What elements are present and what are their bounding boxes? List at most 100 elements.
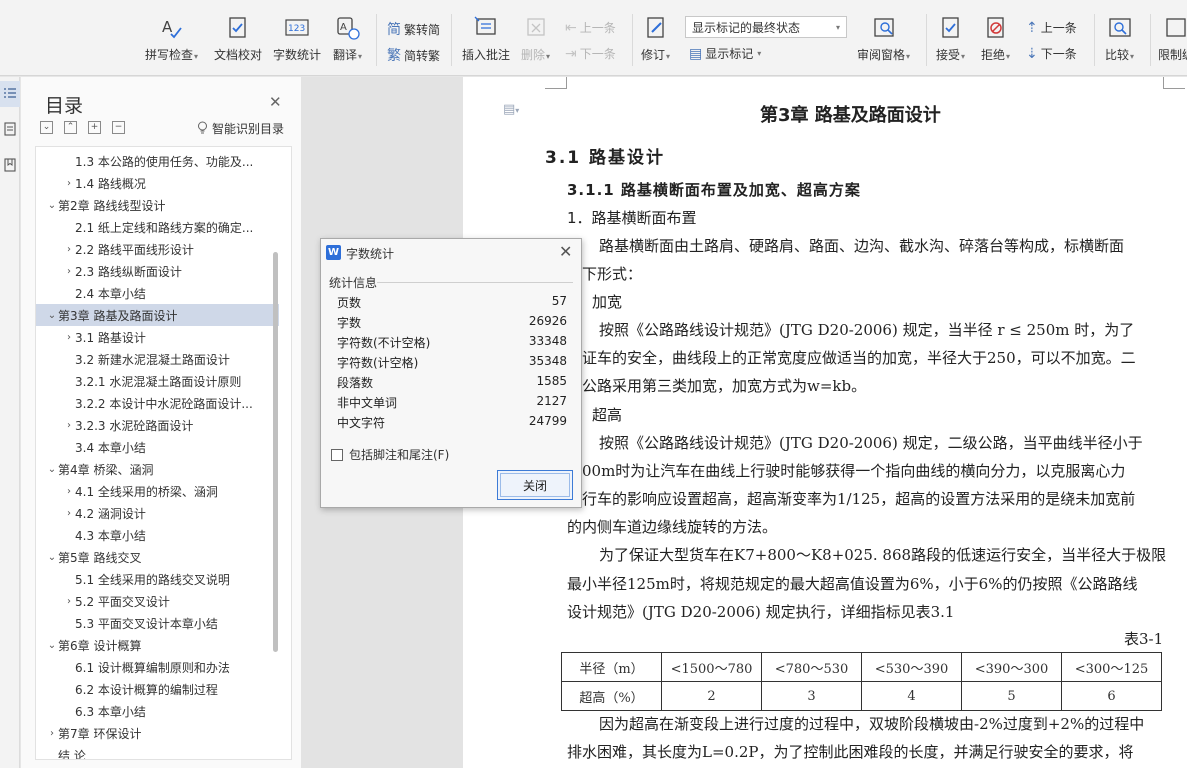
reject-button[interactable]: 拒绝▾ <box>981 14 1010 63</box>
compare-button[interactable]: 比较▾ <box>1105 14 1134 63</box>
revise-button[interactable]: 修订▾ <box>641 14 670 63</box>
toc-item[interactable]: › 3.1 路基设计 <box>36 326 279 348</box>
delete-comment-button[interactable]: 删除▾ <box>521 14 550 63</box>
chevron-right-icon[interactable]: › <box>63 486 75 497</box>
toc-item[interactable]: ⌄ 第4章 桥梁、涵洞 <box>36 458 279 480</box>
toc-item[interactable]: › 5.2 平面交叉设计 <box>36 590 279 612</box>
word-count-dialog: W 字数统计 ✕ 统计信息 页数 57 字数 26926 字符数(不计空格) 33348 字… <box>320 238 582 508</box>
toc-item-label: 3.2 新建水泥混凝土路面设计 <box>75 352 230 367</box>
chevron-right-icon[interactable]: › <box>63 244 75 255</box>
next-icon: ⇥ <box>565 45 577 62</box>
chevron-down-icon[interactable]: ⌄ <box>46 310 58 321</box>
toc-item[interactable]: 2.4 本章小结 <box>36 282 279 304</box>
chevron-right-icon[interactable]: › <box>63 596 75 607</box>
toc-item[interactable]: 结 论 <box>36 744 279 760</box>
stat-row: 段落数 1585 <box>337 374 567 394</box>
toc-list: 1.3 本公路的使用任务、功能及... › 1.4 路线概况 ⌄ 第2章 路线线型设计 2… <box>35 146 292 760</box>
traditional-to-simplified-button[interactable]: 简繁转简 <box>387 19 440 39</box>
toc-item[interactable]: › 2.3 路线纵断面设计 <box>36 260 279 282</box>
toc-item[interactable]: ⌄ 第3章 路基及路面设计 <box>36 304 279 326</box>
collapse-all-icon[interactable]: ⌄ <box>40 121 53 134</box>
toc-item-label: 第6章 设计概算 <box>58 638 142 653</box>
chevron-right-icon[interactable]: › <box>63 508 75 519</box>
proofread-button[interactable]: 文档校对 <box>214 14 262 63</box>
include-footnotes-checkbox[interactable]: 包括脚注和尾注(F) <box>331 446 449 463</box>
close-icon[interactable]: ✕ <box>269 93 282 111</box>
toc-item[interactable]: › 4.1 全线采用的桥梁、涵洞 <box>36 480 279 502</box>
checkbox-box[interactable] <box>331 448 343 461</box>
accept-button[interactable]: 接受▾ <box>936 14 965 63</box>
toc-item[interactable]: › 3.2.3 水泥砼路面设计 <box>36 414 279 436</box>
next-change-button[interactable]: ⇣ 下一条 <box>1026 45 1077 62</box>
toc-item[interactable]: 3.2.2 本设计中水泥砼路面设计... <box>36 392 279 414</box>
add-heading-icon[interactable]: + <box>88 121 101 134</box>
toc-item[interactable]: 5.3 平面交叉设计本章小结 <box>36 612 279 634</box>
toc-item[interactable]: ⌄ 第2章 路线线型设计 <box>36 194 279 216</box>
wordcount-icon: 123 <box>283 14 311 42</box>
svg-text:A: A <box>162 18 173 36</box>
chevron-down-icon[interactable]: ⌄ <box>46 464 58 475</box>
chevron-down-icon: ▾ <box>835 22 840 32</box>
toc-item[interactable]: 4.3 本章小结 <box>36 524 279 546</box>
toc-item[interactable]: › 4.2 涵洞设计 <box>36 502 279 524</box>
toc-item[interactable]: 3.4 本章小结 <box>36 436 279 458</box>
markup-state-select[interactable]: 显示标记的最终状态 ▾ <box>685 16 847 38</box>
to-simplified-label: 简转繁 <box>404 48 441 63</box>
chevron-right-icon[interactable]: › <box>46 728 58 739</box>
chevron-right-icon[interactable]: › <box>63 332 75 343</box>
margin-corner-mark <box>1163 77 1185 89</box>
toc-scrollbar[interactable] <box>273 252 278 652</box>
prev-change-button[interactable]: ⇡ 上一条 <box>1026 19 1077 36</box>
toc-item[interactable]: ⌄ 第5章 路线交叉 <box>36 546 279 568</box>
remove-heading-icon[interactable]: − <box>112 121 125 134</box>
toc-item-label: 2.4 本章小结 <box>75 286 146 301</box>
review-pane-button[interactable]: 审阅窗格▾ <box>857 14 910 63</box>
chevron-down-icon[interactable]: ⌄ <box>46 552 58 563</box>
section-divider <box>377 282 573 283</box>
toc-item[interactable]: 1.3 本公路的使用任务、功能及... <box>36 150 279 172</box>
dialog-titlebar[interactable]: W 字数统计 ✕ <box>321 239 581 267</box>
chevron-down-icon[interactable]: ⌄ <box>46 200 58 211</box>
chevron-right-icon[interactable]: › <box>63 266 75 277</box>
chevron-right-icon[interactable]: › <box>63 420 75 431</box>
toc-item[interactable]: 6.1 设计概算编制原则和办法 <box>36 656 279 678</box>
toc-item[interactable]: 6.2 本设计概算的编制过程 <box>36 678 279 700</box>
toc-item[interactable]: 5.1 全线采用的路线交叉说明 <box>36 568 279 590</box>
toc-item[interactable]: › 第7章 环保设计 <box>36 722 279 744</box>
section-heading-3-1-1: 3.1.1 路基横断面布置及加宽、超高方案 <box>567 181 861 199</box>
toc-tab[interactable] <box>0 81 20 107</box>
delete-label: 删除 <box>521 48 546 62</box>
bookmark-tab[interactable] <box>0 153 20 179</box>
chevron-right-icon[interactable]: › <box>63 178 75 189</box>
proofread-icon <box>224 14 252 42</box>
chevron-down-icon[interactable]: ⌄ <box>46 640 58 651</box>
table-cell: <1500～780 <box>661 652 762 682</box>
smart-toc-button[interactable]: 智能识别目录 <box>197 120 284 137</box>
toc-item[interactable]: › 1.4 路线概况 <box>36 172 279 194</box>
restrict-edit-button[interactable]: 限制编 <box>1158 14 1187 63</box>
toc-item[interactable]: › 2.2 路线平面线形设计 <box>36 238 279 260</box>
toc-item-label: 5.1 全线采用的路线交叉说明 <box>75 572 230 587</box>
toc-item-label: 2.2 路线平面线形设计 <box>75 242 194 257</box>
spellcheck-button[interactable]: A 拼写检查▾ <box>145 14 198 63</box>
outline-tab[interactable] <box>0 117 20 143</box>
toc-item[interactable]: 6.3 本章小结 <box>36 700 279 722</box>
stat-label: 中文字符 <box>337 416 386 430</box>
wordcount-button[interactable]: 123 字数统计 <box>273 14 321 63</box>
close-button[interactable]: 关闭 <box>497 470 573 500</box>
toc-item[interactable]: 2.1 纸上定线和路线方案的确定... <box>36 216 279 238</box>
toc-item[interactable]: 3.2 新建水泥混凝土路面设计 <box>36 348 279 370</box>
prev-comment-button[interactable]: ⇤ 上一条 <box>565 19 616 36</box>
toc-item[interactable]: 3.2.1 水泥混凝土路面设计原则 <box>36 370 279 392</box>
toc-item[interactable]: ⌄ 第6章 设计概算 <box>36 634 279 656</box>
next-comment-button[interactable]: ⇥ 下一条 <box>565 45 616 62</box>
insert-comment-button[interactable]: 插入批注 <box>462 14 510 63</box>
close-icon[interactable]: ✕ <box>559 242 572 261</box>
toc-item-label: 3.1 路基设计 <box>75 330 146 345</box>
page-format-icon[interactable]: ▤▾ <box>503 102 519 117</box>
expand-up-icon[interactable]: ⌃ <box>64 121 77 134</box>
table-cell: 超高（%） <box>561 681 662 711</box>
show-markup-button[interactable]: ▤ 显示标记 ▾ <box>689 45 761 62</box>
simplified-to-traditional-button[interactable]: 繁简转繁 <box>387 45 440 65</box>
translate-button[interactable]: A 翻译▾ <box>333 14 362 63</box>
